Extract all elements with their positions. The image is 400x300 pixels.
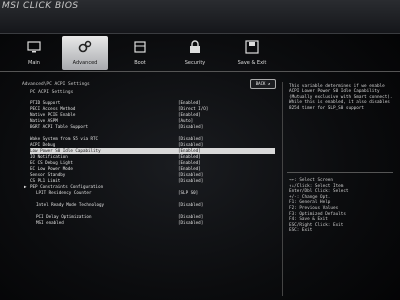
gears-icon — [78, 40, 92, 53]
tab-advanced[interactable]: Advanced — [62, 36, 108, 70]
section-title: PC ACPI Settings — [30, 90, 74, 95]
tab-label: Advanced — [72, 60, 98, 66]
lock-icon — [190, 40, 200, 53]
boot-icon — [134, 41, 146, 53]
help-divider — [287, 172, 393, 173]
top-bar: MSI CLICK BIOS — [0, 0, 400, 34]
bios-screen: MSI CLICK BIOS Main Advanced Boot Securi… — [0, 0, 400, 300]
tab-security[interactable]: Security — [172, 36, 218, 70]
setting-row[interactable]: LPIT Residency Counter [SLP S0] — [36, 190, 281, 196]
submenu-arrow-icon: ▶ — [24, 184, 27, 189]
save-exit-icon — [245, 40, 259, 54]
setting-row[interactable]: MSI enabled [Disabled] — [36, 220, 281, 226]
tab-save-exit[interactable]: Save & Exit — [226, 36, 278, 70]
tab-label: Boot — [134, 60, 146, 66]
tab-bar: Main Advanced Boot Security Save & Exit — [0, 36, 400, 70]
tab-main[interactable]: Main — [12, 36, 56, 70]
tab-label: Security — [184, 60, 206, 66]
breadcrumb: Advanced\PC ACPI Settings — [22, 82, 90, 87]
tab-label: Save & Exit — [237, 60, 267, 66]
settings-panel: Advanced\PC ACPI Settings PC ACPI Settin… — [22, 79, 277, 292]
back-button[interactable]: BACK ↺ — [250, 79, 276, 89]
tab-label: Main — [28, 60, 40, 66]
msi-logo: MSI CLICK BIOS — [2, 1, 79, 11]
tab-boot[interactable]: Boot — [118, 36, 162, 70]
monitor-icon — [27, 41, 41, 53]
help-panel: This variable determines if we enable AC… — [282, 82, 395, 296]
setting-row[interactable]: BGRT ACPI Table Support [Disabled] — [30, 124, 275, 130]
header-divider — [0, 71, 400, 72]
help-text: This variable determines if we enable AC… — [289, 84, 396, 111]
key-help: →←: Select Screen ↑↓/Click: Select Item … — [289, 178, 349, 234]
setting-row[interactable]: Intel Ready Mode Technology [Disabled] — [36, 202, 281, 208]
